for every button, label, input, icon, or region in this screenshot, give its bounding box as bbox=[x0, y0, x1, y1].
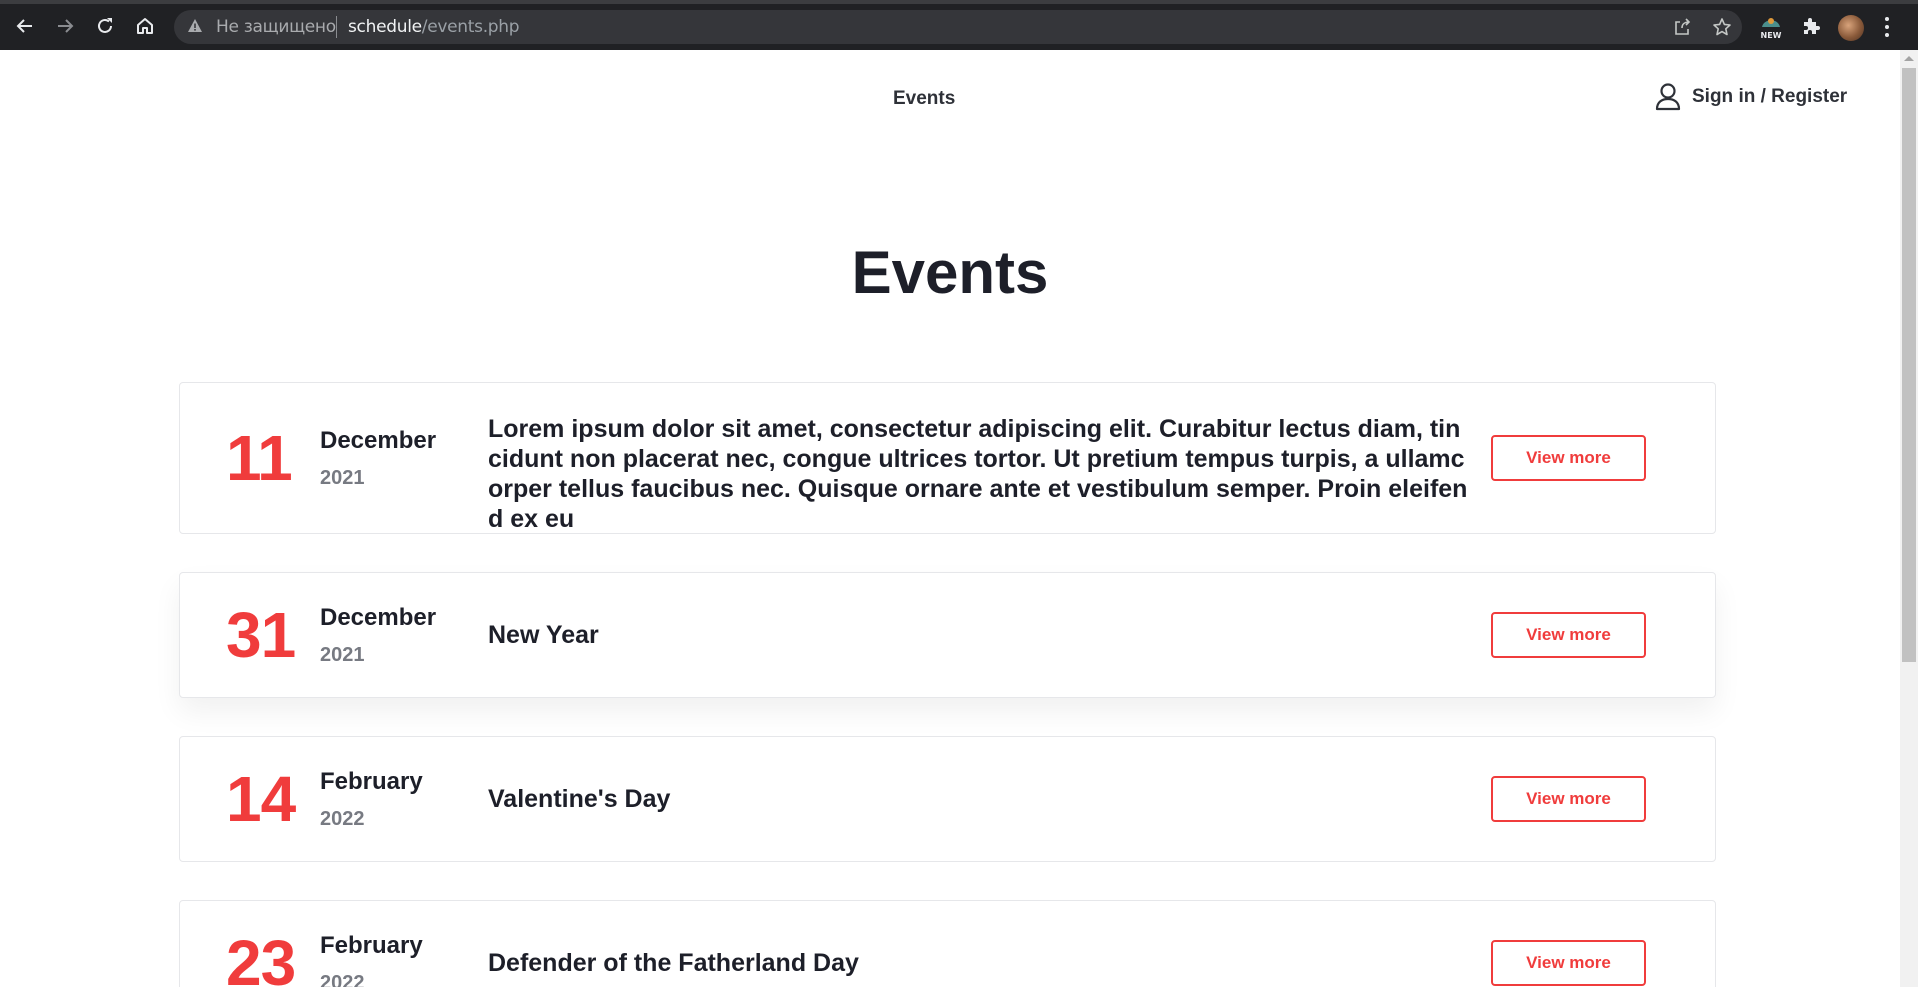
nav-link-events[interactable]: Events bbox=[893, 88, 955, 110]
event-day: 31 bbox=[226, 599, 296, 671]
arrow-left-icon bbox=[16, 19, 32, 33]
reload-icon bbox=[98, 18, 112, 33]
home-icon bbox=[137, 18, 153, 34]
forward-button[interactable] bbox=[49, 10, 81, 42]
signin-label: Sign in / Register bbox=[1692, 86, 1848, 107]
event-month: February bbox=[320, 768, 423, 795]
extension-new-icon[interactable]: NEW bbox=[1760, 14, 1782, 40]
view-more-button[interactable]: View more bbox=[1491, 612, 1646, 658]
view-more-button[interactable]: View more bbox=[1491, 940, 1646, 986]
event-year: 2021 bbox=[320, 644, 365, 666]
browser-toolbar: Не защищено schedule/events.php NEW bbox=[0, 0, 1918, 50]
back-button[interactable] bbox=[9, 10, 41, 42]
event-title[interactable]: Defender of the Fatherland Day bbox=[488, 948, 859, 978]
event-card: 11 December 2021 Lorem ipsum dolor sit a… bbox=[179, 382, 1716, 534]
puzzle-icon[interactable] bbox=[1800, 16, 1822, 38]
view-more-button[interactable]: View more bbox=[1491, 435, 1646, 481]
signin-link[interactable]: Sign in / Register bbox=[1654, 82, 1847, 112]
event-card: 31 December 2021 New Year View more bbox=[179, 572, 1716, 698]
event-day: 23 bbox=[226, 927, 296, 987]
url-path: /events.php bbox=[421, 17, 520, 37]
home-button[interactable] bbox=[129, 10, 161, 42]
extension-logo-icon bbox=[1762, 18, 1780, 27]
event-month: February bbox=[320, 932, 423, 959]
event-day: 14 bbox=[226, 763, 296, 835]
event-year: 2021 bbox=[320, 467, 365, 489]
star-icon[interactable] bbox=[1712, 17, 1732, 37]
arrow-right-icon bbox=[58, 19, 74, 33]
event-month: December bbox=[320, 604, 437, 631]
event-title[interactable]: New Year bbox=[488, 620, 599, 650]
scroll-up-arrow-icon[interactable] bbox=[1904, 56, 1914, 61]
menu-kebab-icon[interactable] bbox=[1885, 17, 1889, 41]
new-badge: NEW bbox=[1760, 31, 1782, 40]
share-icon[interactable] bbox=[1672, 17, 1692, 37]
reload-button[interactable] bbox=[89, 10, 121, 42]
user-icon bbox=[1655, 83, 1681, 111]
url-host: schedule bbox=[348, 17, 422, 37]
profile-avatar[interactable] bbox=[1838, 15, 1864, 41]
event-month: December bbox=[320, 427, 437, 454]
event-day: 11 bbox=[226, 422, 293, 494]
event-title[interactable]: Valentine's Day bbox=[488, 784, 670, 814]
security-label[interactable]: Не защищено bbox=[216, 17, 336, 37]
event-card: 14 February 2022 Valentine's Day View mo… bbox=[179, 736, 1716, 862]
view-more-button[interactable]: View more bbox=[1491, 776, 1646, 822]
address-bar[interactable]: Не защищено schedule/events.php bbox=[174, 10, 1742, 44]
url-text[interactable]: schedule/events.php bbox=[348, 17, 520, 37]
event-year: 2022 bbox=[320, 808, 365, 830]
event-card: 23 February 2022 Defender of the Fatherl… bbox=[179, 900, 1716, 987]
page-title: Events bbox=[851, 239, 1049, 306]
event-title[interactable]: Lorem ipsum dolor sit amet, consectetur … bbox=[488, 414, 1468, 534]
address-separator bbox=[336, 16, 337, 38]
warning-triangle-icon bbox=[188, 19, 202, 32]
page-content: Events Sign in / Register Events 11 Dece… bbox=[0, 50, 1900, 987]
event-year: 2022 bbox=[320, 972, 365, 987]
scrollbar-thumb[interactable] bbox=[1902, 68, 1916, 662]
